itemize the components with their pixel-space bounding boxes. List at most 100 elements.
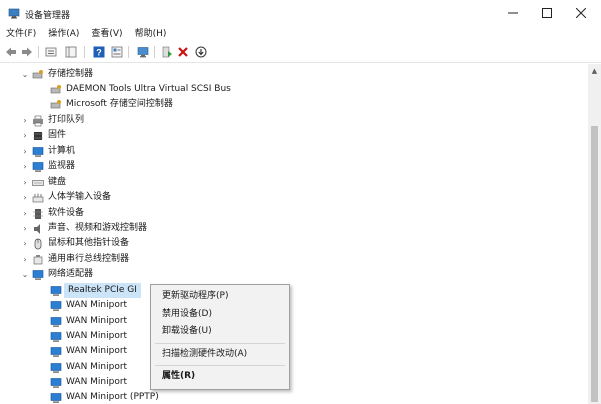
menu-view[interactable]: 查看(V) [85,26,128,42]
toolbar-separator [38,46,39,58]
vertical-scrollbar[interactable]: ▲ [588,64,601,404]
tree-node-mice-pointing-devices[interactable]: › 鼠标和其他指针设备 [20,236,129,251]
tree-node-wan-miniport[interactable]: WAN Miniport [48,329,127,344]
close-button[interactable] [562,0,600,26]
tree-node-keyboards[interactable]: › 键盘 [20,175,66,190]
tree-node-wan-miniport[interactable]: WAN Miniport [48,344,127,359]
tree-node-human-interface-devices[interactable]: › 人体学输入设备 [20,190,111,205]
tree-node-microsoft-storage-spaces[interactable]: Microsoft 存储空间控制器 [48,97,173,112]
context-menu-update-driver[interactable]: 更新驱动程序(P) [151,288,289,305]
tree-node-software-devices[interactable]: › 软件设备 [20,206,84,221]
toolbar-separator [128,46,129,58]
help-icon[interactable]: ? [92,45,106,59]
scroll-thumb[interactable] [591,126,598,402]
storage-controller-icon [50,84,62,96]
context-menu-properties[interactable]: 属性(R) [151,368,289,385]
tree-label: 声音、视频和游戏控制器 [48,223,148,233]
chevron-right-icon[interactable]: › [20,209,30,219]
network-adapter-icon [50,300,62,312]
tree-node-network-adapters[interactable]: ⌄ 网络适配器 [20,267,93,282]
tree-node-wan-miniport[interactable]: WAN Miniport [48,375,127,390]
tree-label: 鼠标和其他指针设备 [48,238,130,248]
storage-controller-icon [50,99,62,111]
network-adapter-icon [50,377,62,389]
context-menu-uninstall-device[interactable]: 卸载设备(U) [151,323,289,340]
show-hide-tree-icon[interactable] [64,45,78,59]
tree-label: WAN Miniport [66,346,128,356]
tree-label: 存储控制器 [48,69,94,79]
tree-node-realtek-pcie[interactable]: Realtek PCIe GI [48,283,141,298]
chevron-right-icon[interactable]: › [20,224,30,234]
context-menu: 更新驱动程序(P) 禁用设备(D) 卸载设备(U) 扫描检测硬件改动(A) 属性… [150,284,290,390]
chevron-down-icon[interactable]: ⌄ [20,70,30,80]
mouse-icon [32,238,44,250]
uninstall-x-icon[interactable] [176,45,190,59]
usb-icon [32,254,44,266]
tree-node-wan-miniport-pptp[interactable]: WAN Miniport (PPTP) [48,390,159,404]
menu-file[interactable]: 文件(F) [0,26,42,42]
network-adapter-icon [50,346,62,358]
context-menu-separator [155,343,285,344]
scroll-up-arrow-icon[interactable]: ▲ [588,64,601,78]
menu-bar: 文件(F) 操作(A) 查看(V) 帮助(H) [0,26,601,42]
firmware-icon [32,130,44,142]
tree-label: WAN Miniport [66,316,128,326]
properties-icon[interactable] [44,45,58,59]
tree-node-daemon-tools-scsi-bus[interactable]: DAEMON Tools Ultra Virtual SCSI Bus [48,82,231,97]
chevron-right-icon[interactable]: › [20,147,30,157]
maximize-button[interactable] [528,0,566,26]
tree-node-sound-video-game-controllers[interactable]: › 声音、视频和游戏控制器 [20,221,147,236]
tree-node-storage-controllers[interactable]: ⌄ 存储控制器 [20,67,93,82]
toolbar-separator [154,46,155,58]
toolbar: ? [0,42,601,63]
tree-node-wan-miniport[interactable]: WAN Miniport [48,360,127,375]
keyboard-icon [32,177,44,189]
tree-node-monitors[interactable]: › 监视器 [20,159,75,174]
chevron-right-icon[interactable]: › [20,255,30,265]
tree-label: 人体学输入设备 [48,192,112,202]
speaker-icon [32,223,44,235]
view-icon[interactable] [110,45,124,59]
tree-node-wan-miniport[interactable]: WAN Miniport [48,298,127,313]
menu-help[interactable]: 帮助(H) [129,26,173,42]
chevron-right-icon[interactable]: › [20,116,30,126]
chevron-right-icon[interactable]: › [20,131,30,141]
chevron-right-icon[interactable]: › [20,162,30,172]
tree-label: 通用串行总线控制器 [48,254,130,264]
tree-label: 打印队列 [48,115,85,125]
network-adapter-icon [32,269,44,281]
chevron-down-icon[interactable]: ⌄ [20,270,30,280]
tree-node-computer[interactable]: › 计算机 [20,144,75,159]
tree-node-print-queues[interactable]: › 打印队列 [20,113,84,128]
tree-node-firmware[interactable]: › 固件 [20,128,66,143]
toolbar-separator [84,46,85,58]
back-arrow-icon[interactable] [4,45,18,59]
add-driver-icon[interactable] [160,45,174,59]
hid-icon [32,192,44,204]
chevron-right-icon[interactable]: › [20,193,30,203]
tree-label: Realtek PCIe GI [64,283,141,298]
chevron-right-icon[interactable]: › [20,239,30,249]
tree-node-wan-miniport[interactable]: WAN Miniport [48,314,127,329]
download-icon[interactable] [194,45,208,59]
monitor-icon [32,161,44,173]
menu-action[interactable]: 操作(A) [42,26,85,42]
title-bar: 设备管理器 [0,0,601,26]
tree-label: 键盘 [48,177,67,187]
tree-label: WAN Miniport [66,377,128,387]
context-menu-scan-hardware[interactable]: 扫描检测硬件改动(A) [151,346,289,363]
minimize-button[interactable] [494,0,532,26]
window-title: 设备管理器 [25,11,71,21]
tree-label: 监视器 [48,161,76,171]
network-adapter-icon [50,331,62,343]
network-adapter-icon [50,392,62,404]
network-adapter-icon [50,316,62,328]
tree-node-usb-controllers[interactable]: › 通用串行总线控制器 [20,252,129,267]
forward-arrow-icon[interactable] [20,45,34,59]
device-tree: ⌄ 存储控制器 DAEMON Tools Ultra Virtual SCSI … [0,64,588,404]
computer-icon [32,146,44,158]
tree-label: WAN Miniport [66,331,128,341]
chevron-right-icon[interactable]: › [20,178,30,188]
monitor-icon[interactable] [136,45,150,59]
context-menu-disable-device[interactable]: 禁用设备(D) [151,306,289,323]
